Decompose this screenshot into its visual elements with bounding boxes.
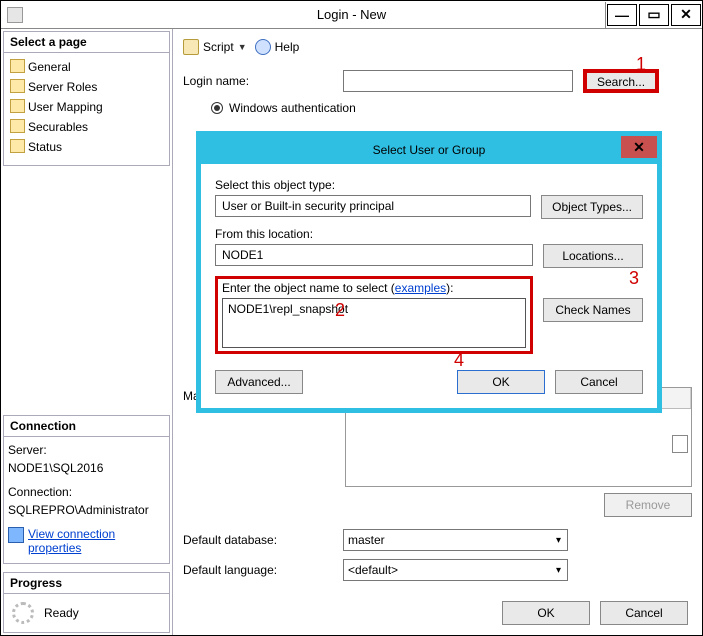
- connection-label: Connection:: [8, 483, 165, 501]
- enter-object-label-pre: Enter the object name to select (: [222, 281, 395, 295]
- sidebar-item-securables[interactable]: Securables: [8, 117, 165, 137]
- progress-header: Progress: [3, 572, 170, 594]
- help-icon: [255, 39, 271, 55]
- remove-button: Remove: [604, 493, 692, 517]
- maximize-button[interactable]: ▭: [639, 4, 669, 26]
- location-label: From this location:: [215, 227, 643, 241]
- dialog-title: Select User or Group: [373, 143, 486, 157]
- dialog-cancel-button[interactable]: Cancel: [555, 370, 643, 394]
- script-label: Script: [203, 40, 234, 54]
- search-button[interactable]: Search...: [583, 69, 659, 93]
- object-types-button[interactable]: Object Types...: [541, 195, 643, 219]
- minimize-button[interactable]: —: [607, 4, 637, 26]
- view-connection-properties-link[interactable]: View connection properties: [8, 527, 165, 555]
- check-names-button[interactable]: Check Names: [543, 298, 643, 322]
- locations-button[interactable]: Locations...: [543, 244, 643, 268]
- chevron-down-icon: ▼: [238, 42, 247, 52]
- script-dropdown[interactable]: Script ▼: [183, 39, 247, 55]
- select-page-header: Select a page: [3, 31, 170, 53]
- partial-input[interactable]: [672, 435, 688, 453]
- cancel-button[interactable]: Cancel: [600, 601, 688, 625]
- object-type-label: Select this object type:: [215, 178, 643, 192]
- object-name-input[interactable]: [222, 298, 526, 348]
- help-label: Help: [275, 40, 300, 54]
- title-bar: Login - New — ▭ ✕: [1, 1, 702, 29]
- progress-spinner-icon: [12, 602, 34, 624]
- sidebar-item-status[interactable]: Status: [8, 137, 165, 157]
- object-type-input: [215, 195, 531, 217]
- dialog-close-button[interactable]: ✕: [621, 136, 657, 158]
- close-button[interactable]: ✕: [671, 4, 701, 26]
- default-language-select[interactable]: <default>: [343, 559, 568, 581]
- help-button[interactable]: Help: [255, 39, 300, 55]
- ok-button[interactable]: OK: [502, 601, 590, 625]
- default-language-value: <default>: [348, 563, 398, 577]
- server-label: Server:: [8, 441, 165, 459]
- sidebar-item-user-mapping[interactable]: User Mapping: [8, 97, 165, 117]
- default-database-select[interactable]: master: [343, 529, 568, 551]
- windows-auth-radio[interactable]: Windows authentication: [211, 101, 356, 115]
- connection-value: SQLREPRO\Administrator: [8, 501, 165, 519]
- script-icon: [183, 39, 199, 55]
- examples-link[interactable]: examples: [395, 281, 446, 295]
- window-title: Login - New: [317, 7, 386, 22]
- server-value: NODE1\SQL2016: [8, 459, 165, 477]
- enter-object-label-post: ):: [446, 281, 453, 295]
- select-user-dialog: Select User or Group ✕ Select this objec…: [196, 131, 662, 413]
- windows-auth-label: Windows authentication: [229, 101, 356, 115]
- dialog-ok-button[interactable]: OK: [457, 370, 545, 394]
- progress-status: Ready: [44, 606, 79, 620]
- sidebar-item-server-roles[interactable]: Server Roles: [8, 77, 165, 97]
- default-language-label: Default language:: [183, 563, 343, 577]
- app-icon: [7, 7, 23, 23]
- advanced-button[interactable]: Advanced...: [215, 370, 303, 394]
- login-name-label: Login name:: [183, 74, 343, 88]
- login-name-input[interactable]: [343, 70, 573, 92]
- connection-header: Connection: [3, 415, 170, 437]
- location-input: [215, 244, 533, 266]
- default-database-label: Default database:: [183, 533, 343, 547]
- sidebar-item-general[interactable]: General: [8, 57, 165, 77]
- default-database-value: master: [348, 533, 385, 547]
